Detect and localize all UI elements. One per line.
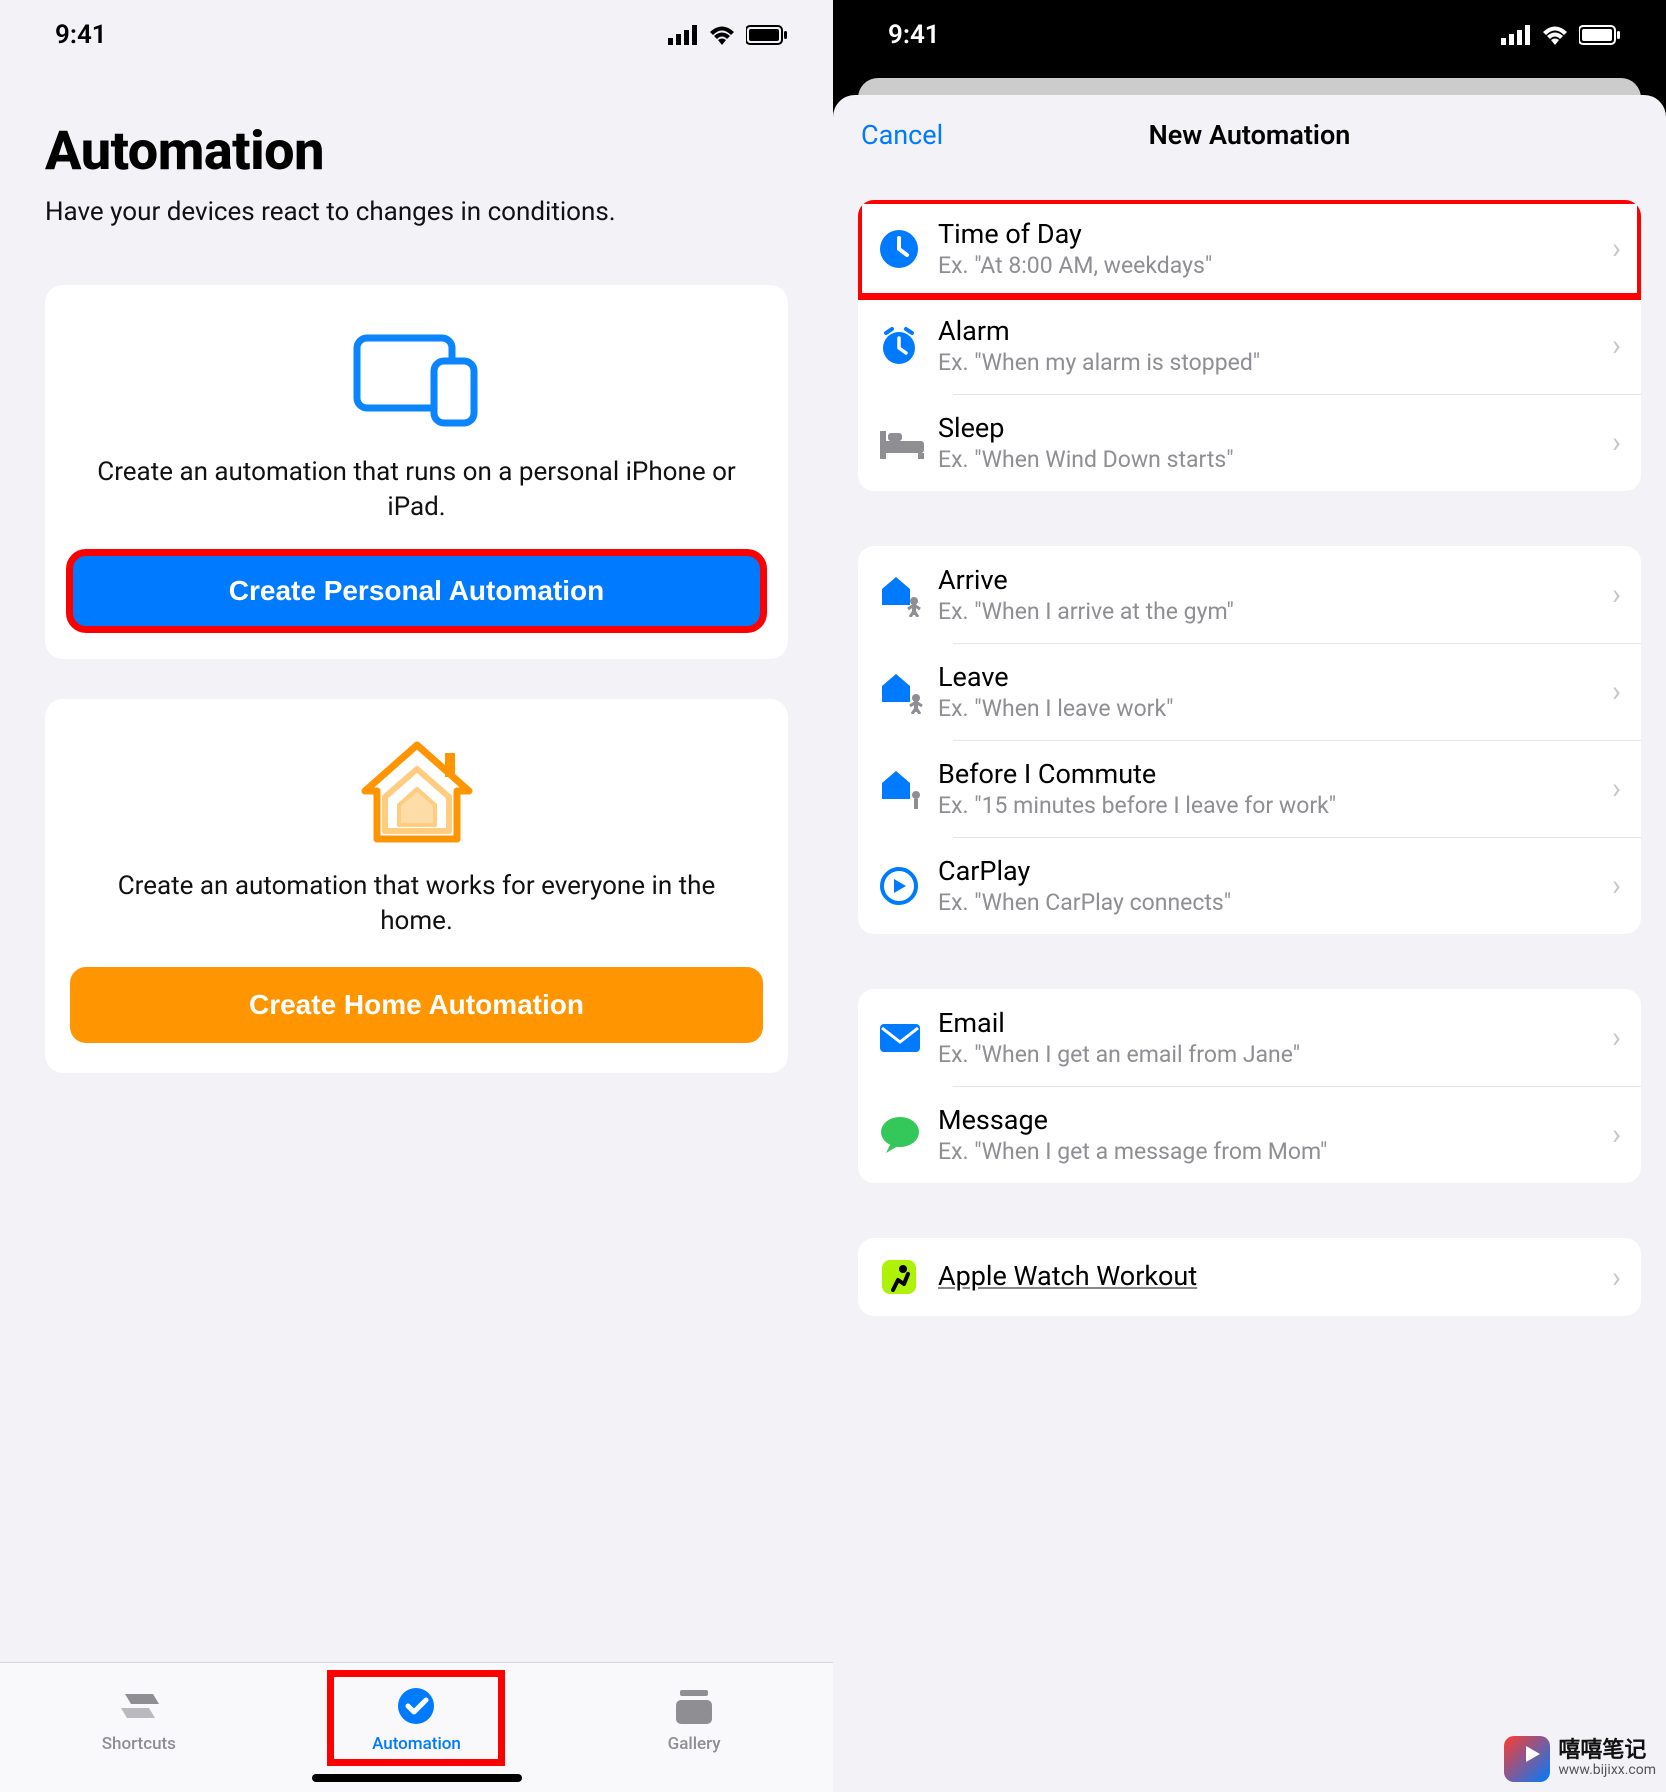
sheet-body[interactable]: Time of Day Ex. "At 8:00 AM, weekdays" ›… [833,175,1666,1792]
home-icon [70,739,763,849]
automation-icon [392,1682,440,1730]
row-title: Time of Day [938,218,1602,250]
commute-icon [878,767,938,811]
row-sub: Ex. "When I get an email from Jane" [938,1041,1602,1068]
status-time: 9:41 [55,20,107,50]
group-time: Time of Day Ex. "At 8:00 AM, weekdays" ›… [858,200,1641,491]
tab-shortcuts-label: Shortcuts [102,1734,176,1754]
home-indicator[interactable] [312,1774,522,1782]
devices-icon [70,325,763,435]
row-title: CarPlay [938,855,1602,887]
row-title: Sleep [938,412,1602,444]
group-workout: Apple Watch Workout › [858,1238,1641,1316]
row-leave[interactable]: Leave Ex. "When I leave work" › [858,643,1641,740]
row-email[interactable]: Email Ex. "When I get an email from Jane… [858,989,1641,1086]
personal-card: Create an automation that runs on a pers… [45,285,788,659]
cellular-icon [668,25,698,45]
home-desc: Create an automation that works for ever… [70,869,763,939]
tab-shortcuts[interactable]: Shortcuts [54,1674,224,1762]
chevron-right-icon: › [1602,1020,1621,1055]
status-bar-right: 9:41 [833,0,1666,70]
row-sub: Ex. "When I get a message from Mom" [938,1138,1602,1165]
row-sub: Ex. "When I arrive at the gym" [938,598,1602,625]
create-home-button[interactable]: Create Home Automation [70,967,763,1043]
chevron-right-icon: › [1602,1117,1621,1152]
sheet-title: New Automation [1149,119,1351,151]
arrive-icon [878,573,938,617]
leave-icon [878,670,938,714]
personal-desc: Create an automation that runs on a pers… [70,455,763,525]
create-personal-button[interactable]: Create Personal Automation [70,553,763,629]
group-location: Arrive Ex. "When I arrive at the gym" › … [858,546,1641,934]
row-sub: Ex. "When my alarm is stopped" [938,349,1602,376]
watermark: 嘻嘻笔记 www.bijixx.com [1504,1736,1656,1782]
watermark-url: www.bijixx.com [1558,1763,1656,1778]
row-sub: Ex. "At 8:00 AM, weekdays" [938,252,1602,279]
wifi-icon [708,25,736,45]
page-title: Automation [45,120,788,183]
shortcuts-icon [115,1682,163,1730]
row-message[interactable]: Message Ex. "When I get a message from M… [858,1086,1641,1183]
row-alarm[interactable]: Alarm Ex. "When my alarm is stopped" › [858,297,1641,394]
chevron-right-icon: › [1602,868,1621,903]
group-comm: Email Ex. "When I get an email from Jane… [858,989,1641,1183]
row-time-of-day[interactable]: Time of Day Ex. "At 8:00 AM, weekdays" › [858,200,1641,297]
watermark-title: 嘻嘻笔记 [1558,1739,1656,1763]
row-sub: Ex. "15 minutes before I leave for work" [938,792,1602,819]
phone-right: 9:41 Cancel New Automation [833,0,1666,1792]
tab-automation[interactable]: Automation [331,1674,501,1762]
battery-icon [1579,25,1621,45]
row-title: Before I Commute [938,758,1602,790]
tab-automation-label: Automation [372,1734,461,1754]
row-title: Apple Watch Workout [938,1260,1602,1292]
home-card: Create an automation that works for ever… [45,699,788,1073]
workout-icon [878,1256,938,1298]
row-sub: Ex. "When Wind Down starts" [938,446,1602,473]
chevron-right-icon: › [1602,425,1621,460]
row-carplay[interactable]: CarPlay Ex. "When CarPlay connects" › [858,837,1641,934]
watermark-logo-icon [1504,1736,1550,1782]
cellular-icon [1501,25,1531,45]
row-commute[interactable]: Before I Commute Ex. "15 minutes before … [858,740,1641,837]
page-subtitle: Have your devices react to changes in co… [45,195,788,230]
row-sub: Ex. "When I leave work" [938,695,1602,722]
row-title: Message [938,1104,1602,1136]
status-icons [668,25,788,45]
row-title: Email [938,1007,1602,1039]
new-automation-sheet: Cancel New Automation Time of Day Ex. "A… [833,95,1666,1792]
chevron-right-icon: › [1602,1260,1621,1295]
message-icon [878,1115,938,1155]
status-time: 9:41 [888,20,940,50]
bed-icon [878,425,938,461]
row-sub: Ex. "When CarPlay connects" [938,889,1602,916]
mail-icon [878,1022,938,1054]
status-icons [1501,25,1621,45]
left-content: Automation Have your devices react to ch… [0,70,833,1662]
tab-bar: Shortcuts Automation Gallery [0,1662,833,1792]
tab-gallery-label: Gallery [668,1734,721,1754]
row-title: Alarm [938,315,1602,347]
row-title: Arrive [938,564,1602,596]
chevron-right-icon: › [1602,577,1621,612]
chevron-right-icon: › [1602,328,1621,363]
phone-left: 9:41 Automation Have your devices react … [0,0,833,1792]
clock-icon [878,228,938,270]
row-sleep[interactable]: Sleep Ex. "When Wind Down starts" › [858,394,1641,491]
chevron-right-icon: › [1602,231,1621,266]
tab-gallery[interactable]: Gallery [609,1674,779,1762]
status-bar: 9:41 [0,0,833,70]
chevron-right-icon: › [1602,771,1621,806]
alarm-icon [878,325,938,367]
carplay-icon [878,865,938,907]
row-arrive[interactable]: Arrive Ex. "When I arrive at the gym" › [858,546,1641,643]
wifi-icon [1541,25,1569,45]
battery-icon [746,25,788,45]
row-workout[interactable]: Apple Watch Workout › [858,1238,1641,1316]
chevron-right-icon: › [1602,674,1621,709]
gallery-icon [670,1682,718,1730]
cancel-button[interactable]: Cancel [861,119,943,151]
sheet-header: Cancel New Automation [833,95,1666,175]
row-title: Leave [938,661,1602,693]
